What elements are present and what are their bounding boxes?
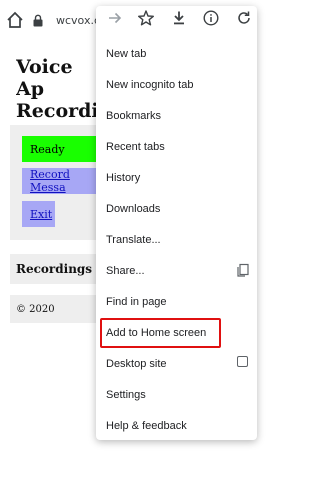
share-copy-icon[interactable] xyxy=(236,263,250,277)
recordings-header: Recordings xyxy=(10,254,100,284)
page-title: Voice Ap Recordin xyxy=(16,56,106,122)
menu-item-find-in-page[interactable]: Find in page xyxy=(106,296,167,308)
menu-item-desktop-site[interactable]: Desktop site xyxy=(106,358,167,370)
url-bar[interactable]: wcvox.c xyxy=(56,14,100,27)
menu-item-bookmarks[interactable]: Bookmarks xyxy=(106,110,161,122)
menu-item-new-incognito-tab[interactable]: New incognito tab xyxy=(106,79,193,91)
menu-item-share[interactable]: Share... xyxy=(106,265,145,277)
exit-link[interactable]: Exit xyxy=(22,201,55,227)
menu-item-add-to-home-screen[interactable]: Add to Home screen xyxy=(106,327,206,339)
lock-icon xyxy=(33,14,43,27)
page-title-line-1: Voice Ap xyxy=(16,56,73,100)
menu-item-settings[interactable]: Settings xyxy=(106,389,146,401)
page-title-line-2: Recordin xyxy=(16,100,106,122)
menu-item-history[interactable]: History xyxy=(106,172,140,184)
menu-item-new-tab[interactable]: New tab xyxy=(106,48,146,60)
info-icon[interactable] xyxy=(202,9,220,27)
menu-item-help-feedback[interactable]: Help & feedback xyxy=(106,420,187,432)
record-message-link[interactable]: Record Messa xyxy=(22,168,102,194)
desktop-site-checkbox[interactable] xyxy=(237,356,248,367)
star-bookmark-icon[interactable] xyxy=(137,9,155,27)
reload-icon[interactable] xyxy=(235,9,253,27)
forward-arrow-icon[interactable] xyxy=(106,9,124,27)
ready-status: Ready xyxy=(22,136,102,162)
browser-overflow-menu xyxy=(96,6,257,440)
menu-item-translate[interactable]: Translate... xyxy=(106,234,161,246)
home-icon[interactable] xyxy=(5,10,25,30)
footer-copyright: © 2020 xyxy=(10,295,100,323)
menu-item-recent-tabs[interactable]: Recent tabs xyxy=(106,141,165,153)
menu-item-downloads[interactable]: Downloads xyxy=(106,203,160,215)
download-icon[interactable] xyxy=(170,9,188,27)
